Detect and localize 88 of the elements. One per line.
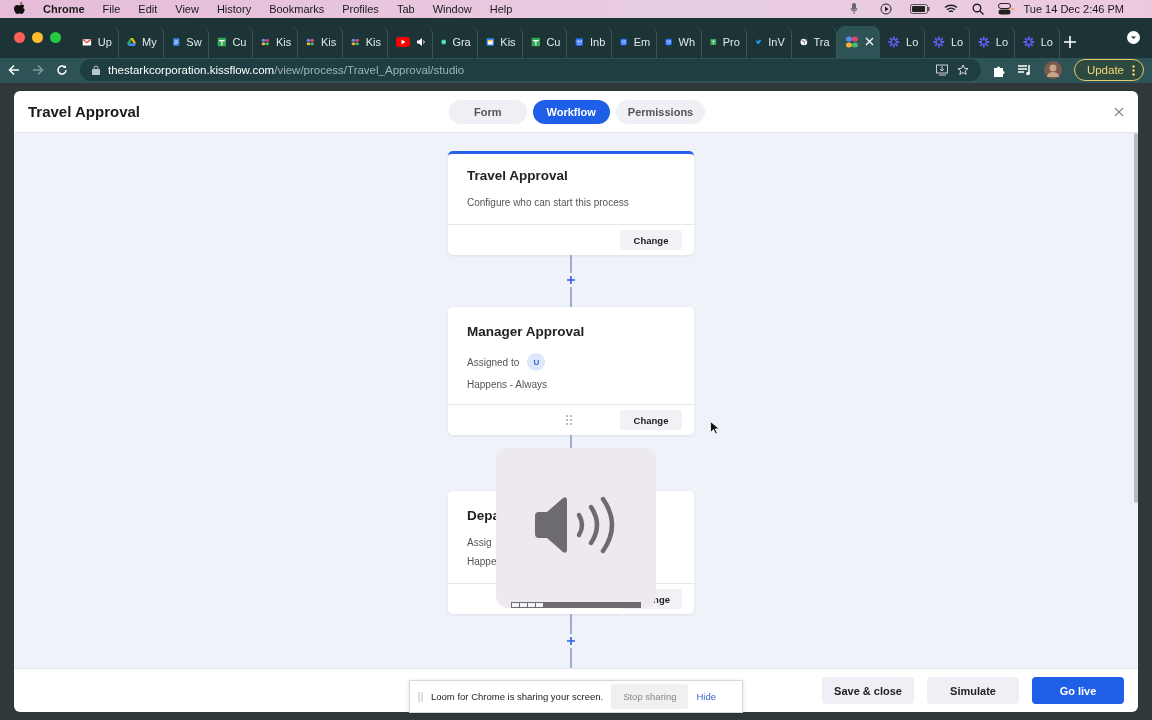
play-icon[interactable] xyxy=(879,2,892,15)
apple-icon[interactable] xyxy=(14,2,25,16)
microphone-icon xyxy=(849,3,858,15)
play-icon xyxy=(396,34,410,49)
close-icon[interactable] xyxy=(1114,106,1124,117)
card-title: Manager Approval xyxy=(467,324,586,339)
card-title: Depa xyxy=(467,508,501,523)
lock-icon xyxy=(92,65,100,76)
browser-tab[interactable]: Cu xyxy=(522,25,568,58)
browser-tab[interactable]: Sw xyxy=(163,25,209,58)
mode-tab[interactable]: Permissions xyxy=(615,100,706,124)
mode-tab[interactable]: Workflow xyxy=(532,100,610,124)
assigned-label: Assig xyxy=(467,537,492,548)
browser-tab[interactable]: InV xyxy=(746,25,792,58)
add-step-icon[interactable] xyxy=(564,634,578,648)
assigned-label: Assigned to xyxy=(467,356,520,368)
hide-link[interactable]: Hide xyxy=(696,691,717,702)
menu-item[interactable]: Edit xyxy=(138,2,158,15)
browser-tab[interactable]: My xyxy=(118,25,164,58)
change-button[interactable]: Change xyxy=(620,230,682,250)
star-icon[interactable] xyxy=(956,64,969,77)
mode-tab[interactable]: Form xyxy=(449,100,527,124)
menu-item[interactable]: Bookmarks xyxy=(269,2,325,15)
browser-tab[interactable]: Em xyxy=(612,25,658,58)
menu-item[interactable]: View xyxy=(175,2,199,15)
card-title: Travel Approval xyxy=(467,168,569,183)
avatar xyxy=(1043,61,1062,80)
asterisk-icon xyxy=(978,34,990,49)
wifi-icon[interactable] xyxy=(943,3,958,14)
menu-item[interactable]: File xyxy=(102,2,121,15)
browser-tab[interactable]: Cu xyxy=(208,25,254,58)
forward-icon[interactable] xyxy=(32,64,44,77)
reload-icon[interactable] xyxy=(56,64,68,77)
drag-handle-icon[interactable] xyxy=(566,415,572,425)
more-icon xyxy=(1132,64,1135,76)
browser-tab[interactable]: Pro xyxy=(702,25,747,58)
asterisk-icon xyxy=(1023,34,1035,49)
asterisk-icon xyxy=(933,34,945,49)
search-icon[interactable] xyxy=(971,2,984,15)
menu-item[interactable]: Window xyxy=(432,2,472,15)
toggles-icon[interactable] xyxy=(997,2,1014,15)
scrollbar[interactable] xyxy=(1134,133,1138,503)
condition-text: Happens - Always xyxy=(467,379,549,390)
sharing-message: Loom for Chrome is sharing your screen. xyxy=(431,691,604,702)
go-live-button[interactable]: Go live xyxy=(1032,677,1124,704)
cursor-icon xyxy=(710,421,719,435)
card-description: Configure who can start this process xyxy=(467,197,630,208)
minimize-window-button[interactable] xyxy=(32,32,43,44)
browser-tab[interactable]: Gra xyxy=(432,25,478,58)
browser-tab[interactable]: Kis xyxy=(298,25,344,58)
browser-tab[interactable]: Lo xyxy=(970,25,1016,58)
app-menu[interactable]: Chrome xyxy=(43,2,85,15)
tab-search-icon[interactable] xyxy=(1127,31,1140,45)
browser-tab[interactable] xyxy=(836,25,881,58)
menu-item[interactable]: Tab xyxy=(396,2,415,15)
change-button[interactable]: Change xyxy=(620,410,682,430)
add-step-icon[interactable] xyxy=(564,273,578,287)
battery-icon[interactable] xyxy=(909,3,930,14)
menu-item[interactable]: Help xyxy=(489,2,513,15)
playlist-icon[interactable] xyxy=(1017,64,1032,77)
browser-tab[interactable]: Inb xyxy=(567,25,613,58)
browser-tab[interactable]: Up xyxy=(74,25,119,58)
butterfly-icon xyxy=(844,34,859,49)
menu-item[interactable]: History xyxy=(216,2,252,15)
menu-item[interactable]: Profiles xyxy=(342,2,379,15)
zoom-window-button[interactable] xyxy=(50,32,61,44)
footer-button[interactable]: Save & close xyxy=(822,677,914,704)
address-field[interactable]: thestarkcorporation.kissflow.com/view/process/Travel_Approval/studio xyxy=(80,59,981,82)
browser-tab[interactable]: Lo xyxy=(925,25,971,58)
drag-handle-icon[interactable] xyxy=(418,691,423,702)
browser-tab[interactable]: Kis xyxy=(343,25,388,58)
browser-tab[interactable]: Kis xyxy=(253,25,299,58)
close-window-button[interactable] xyxy=(14,32,25,44)
footer-button[interactable]: Simulate xyxy=(927,677,1019,704)
browser-tab[interactable]: Lo xyxy=(1015,25,1060,58)
browser-tab[interactable]: Tra xyxy=(791,25,837,58)
back-icon[interactable] xyxy=(8,64,20,77)
browser-tab[interactable]: Wh xyxy=(657,25,703,58)
install-icon[interactable] xyxy=(935,64,949,77)
browser-tab[interactable]: Kis xyxy=(477,25,523,58)
speaker-icon xyxy=(535,496,617,554)
update-button[interactable]: Update xyxy=(1073,59,1144,82)
condition-text: Happe xyxy=(467,556,498,567)
asterisk-icon xyxy=(888,34,901,49)
avatar: U xyxy=(527,353,546,371)
clock[interactable]: Tue 14 Dec 2:46 PM xyxy=(1023,2,1124,15)
browser-tab[interactable]: Lo xyxy=(880,25,926,58)
page-title: Travel Approval xyxy=(28,103,140,120)
